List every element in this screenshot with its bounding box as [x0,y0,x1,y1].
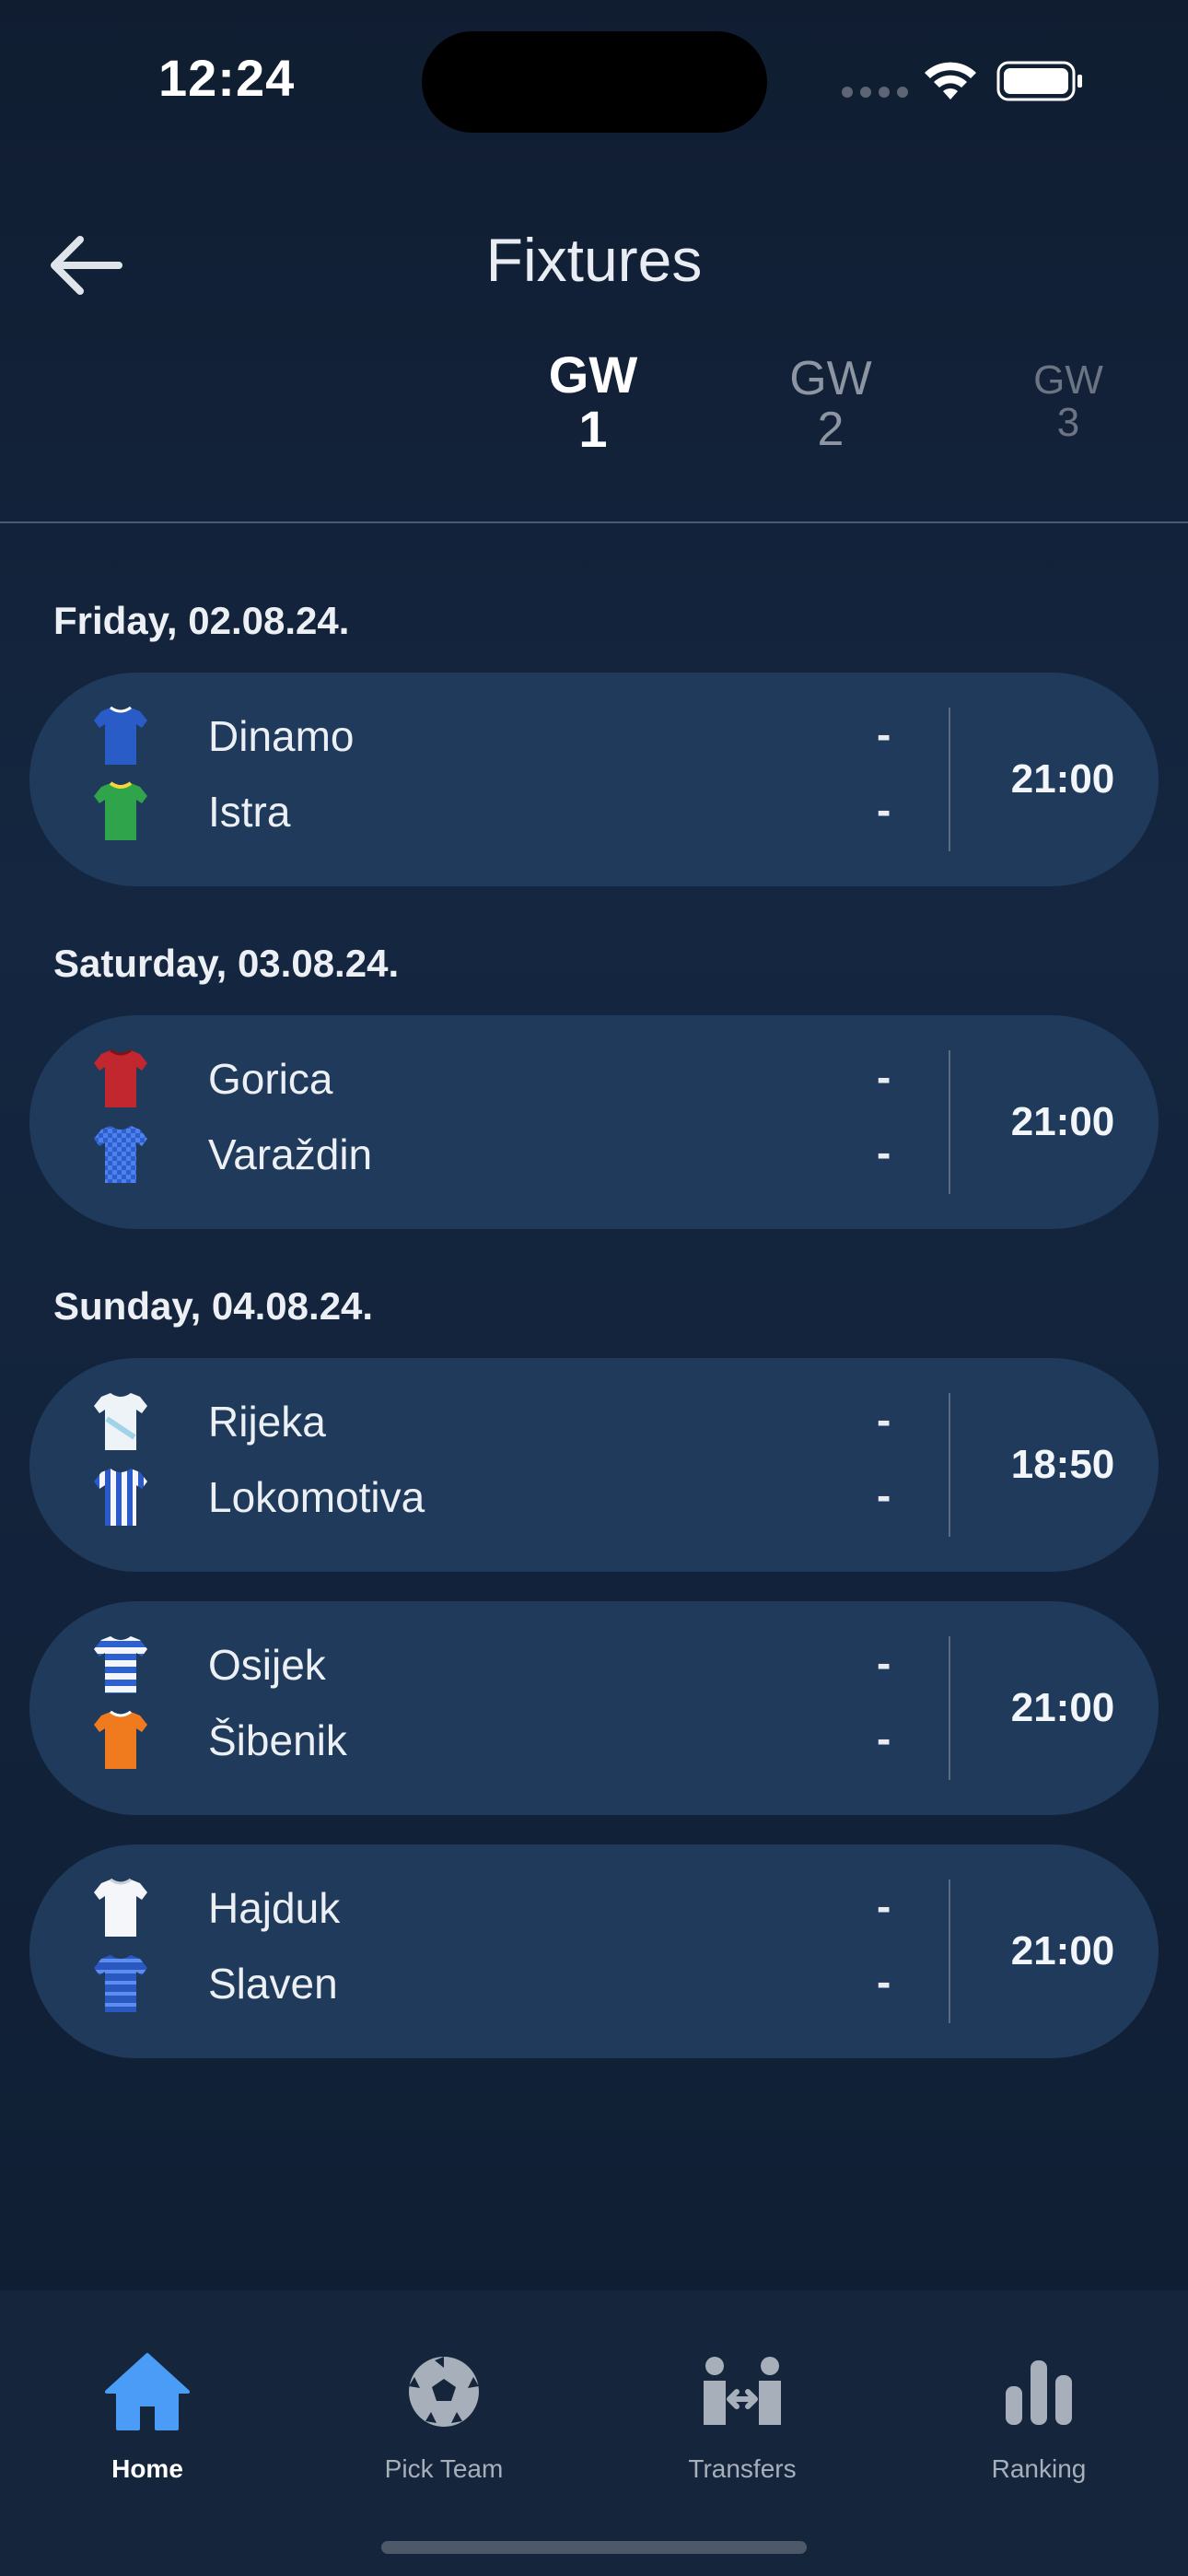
away-team-name: Šibenik [208,1716,347,1764]
away-team-name: Slaven [208,1960,338,2008]
home-team-name: Osijek [208,1641,326,1689]
kickoff-time: 18:50 [1010,1442,1115,1487]
away-team-name: Istra [208,788,291,836]
transfers-icon [704,2357,781,2425]
white-kit-icon [94,1878,147,1937]
away-score: - [877,1471,891,1519]
away-score: - [877,1129,891,1177]
blue-hoops-kit-icon [94,1955,147,2012]
wifi-icon [925,62,976,100]
gameweek-tab-label: GW [1033,357,1103,403]
kickoff-time: 21:00 [1010,1099,1115,1144]
nav-item-ranking[interactable]: Ranking [928,2346,1149,2484]
home-score: - [877,1882,891,1930]
battery-icon [996,61,1082,101]
orange-kit-icon [94,1710,147,1769]
cellular-signal-icon [842,87,908,98]
card-divider [949,1879,950,2023]
bar-chart-icon [1006,2360,1072,2425]
card-divider [949,1393,950,1537]
bottom-nav: Home Pick Team Transfers Ranking [0,2290,1188,2576]
away-team-name: Lokomotiva [208,1473,425,1521]
soccer-ball-icon [409,2357,479,2427]
away-score: - [877,1715,891,1762]
gameweek-tab-number: 3 [1056,400,1080,446]
home-indicator[interactable] [381,2541,807,2554]
day-header: Saturday, 03.08.24. [53,942,400,985]
green-yellow-kit-icon [94,781,147,840]
blue-checked-kit-icon [94,1126,147,1183]
gameweek-tab-label: GW [789,352,872,405]
gameweek-tab-1[interactable]: GW 1 [510,345,676,458]
gameweek-tab-2[interactable]: GW 2 [748,354,914,454]
red-kit-icon [94,1048,147,1107]
home-score: - [877,710,891,758]
card-divider [949,1050,950,1194]
kickoff-time: 21:00 [1010,756,1115,802]
white-blue-hoops-kit-icon [94,1636,147,1693]
blue-kit-icon [94,706,147,765]
home-team-name: Dinamo [208,712,355,760]
nav-label: Transfers [688,2454,797,2483]
home-team-name: Gorica [208,1055,333,1103]
home-score: - [877,1639,891,1687]
gameweek-tab-3[interactable]: GW 3 [985,357,1151,446]
match-card[interactable]: Gorica - Varaždin - 21:00 [29,1015,1159,1229]
home-icon [105,2353,190,2430]
away-score: - [877,1958,891,2006]
away-score: - [877,786,891,834]
status-time: 12:24 [158,49,296,107]
match-card[interactable]: Hajduk - Slaven - 21:00 [29,1844,1159,2058]
kickoff-time: 21:00 [1010,1928,1115,1973]
nav-label: Home [111,2454,183,2483]
nav-item-pick-team[interactable]: Pick Team [333,2346,554,2484]
white-kit-icon [94,1393,147,1450]
away-team-name: Varaždin [208,1130,373,1178]
page-title: Fixtures [485,226,703,294]
day-header: Sunday, 04.08.24. [53,1284,374,1328]
home-score: - [877,1396,891,1444]
nav-item-home[interactable]: Home [37,2346,258,2484]
card-divider [949,708,950,851]
home-team-name: Hajduk [208,1884,341,1932]
nav-label: Ranking [991,2454,1087,2483]
kickoff-time: 21:00 [1010,1685,1115,1730]
gameweek-tab-number: 1 [578,399,608,458]
header-divider [0,521,1188,523]
match-card[interactable]: Osijek - Šibenik - 21:00 [29,1601,1159,1815]
card-divider [949,1636,950,1780]
home-team-name: Rijeka [208,1398,326,1446]
gameweek-tab-label: GW [548,345,638,404]
match-card[interactable]: Dinamo - Istra - 21:00 [29,673,1159,886]
nav-item-transfers[interactable]: Transfers [632,2346,853,2484]
day-header: Friday, 02.08.24. [53,599,350,642]
nav-label: Pick Team [384,2454,504,2483]
home-score: - [877,1053,891,1101]
match-card[interactable]: Rijeka - Lokomotiva - 18:50 [29,1358,1159,1572]
dynamic-island [422,31,767,133]
gameweek-tab-number: 2 [817,402,844,456]
blue-white-stripes-kit-icon [94,1469,147,1526]
